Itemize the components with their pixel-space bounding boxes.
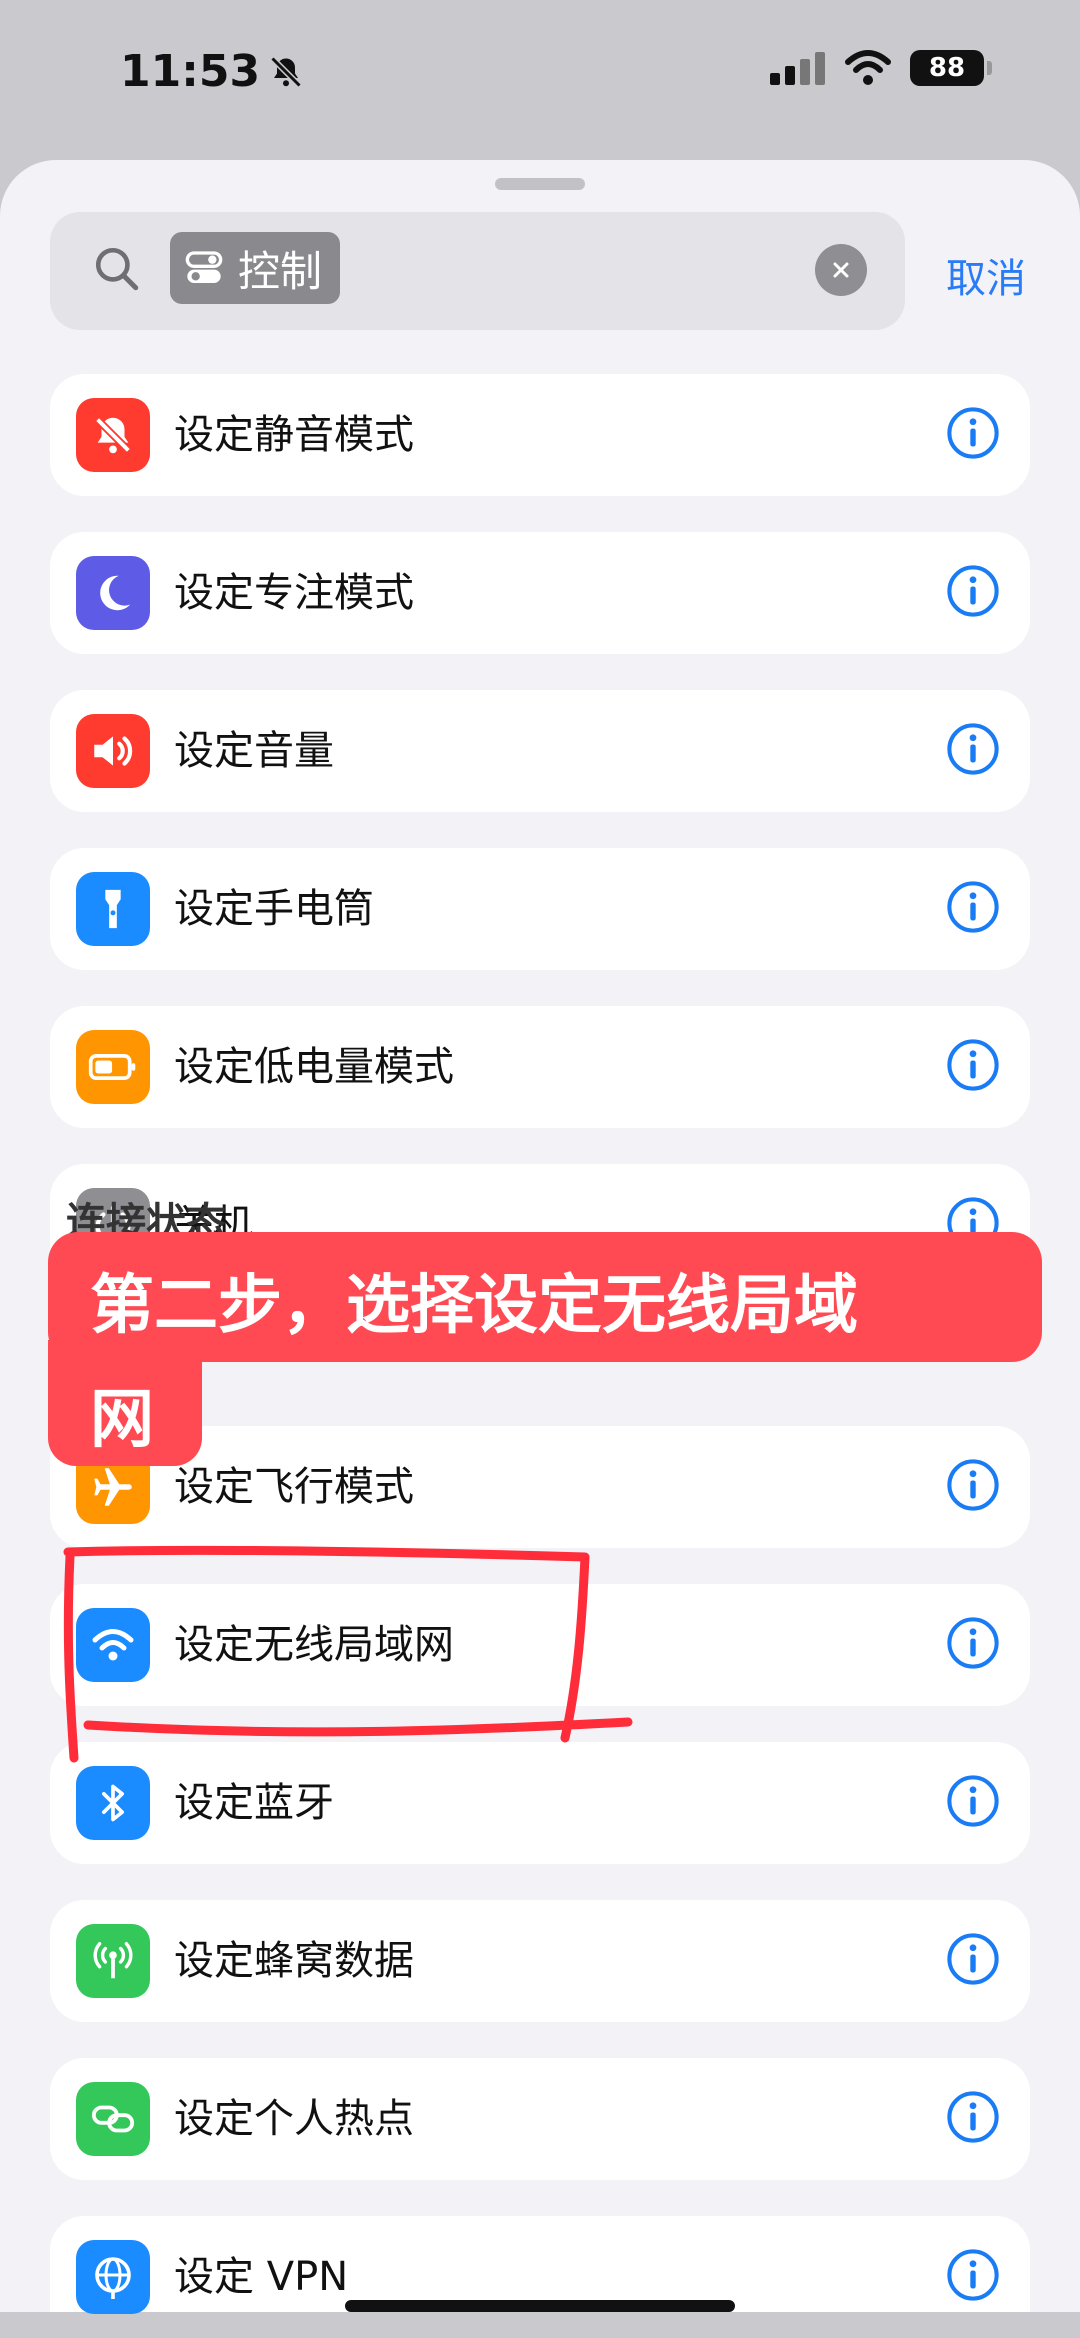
highlight-marker-annotation <box>63 1545 633 1763</box>
home-indicator <box>345 2300 735 2312</box>
